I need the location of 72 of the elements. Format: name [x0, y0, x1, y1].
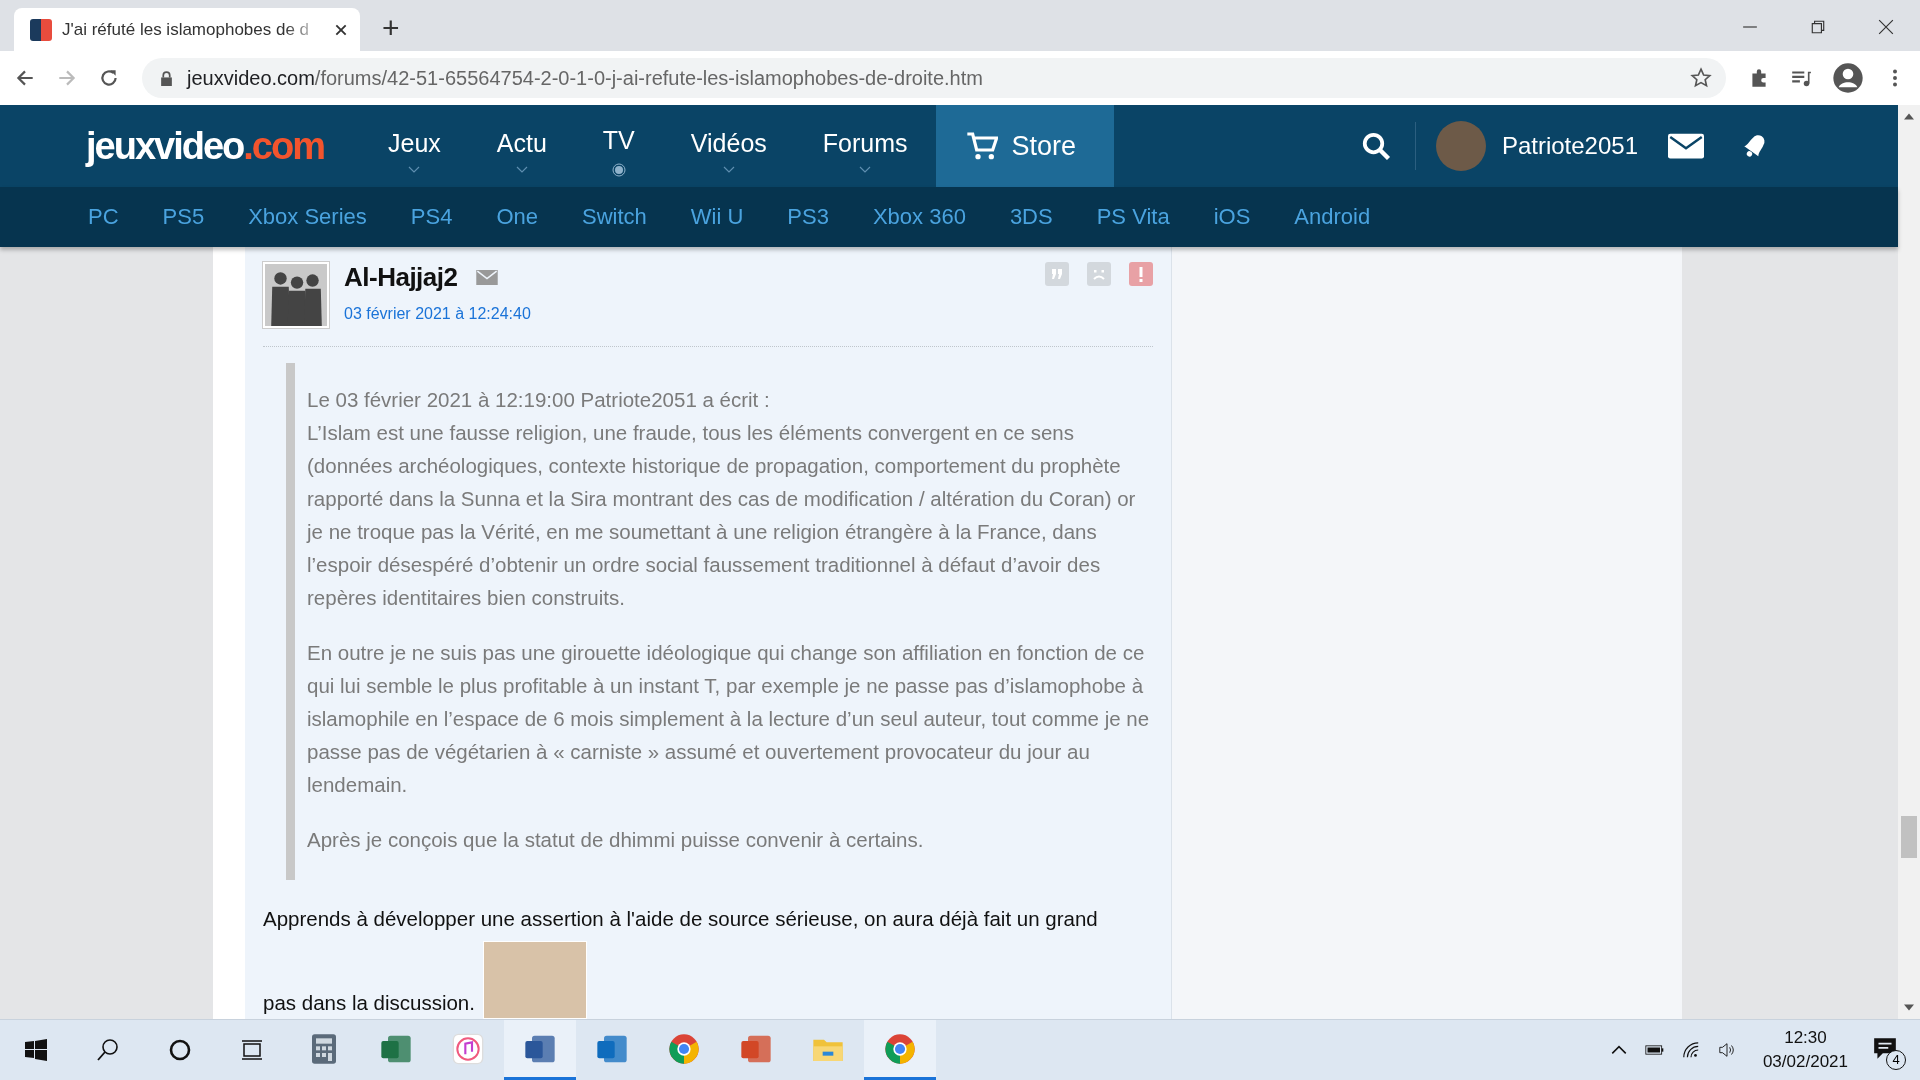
scroll-up-icon[interactable]	[1904, 113, 1914, 120]
browser-tab[interactable]: J'ai réfuté les islamophobes de d	[14, 8, 360, 51]
platform-link[interactable]: Wii U	[690, 204, 744, 230]
tab-title: J'ai réfuté les islamophobes de d	[62, 19, 311, 40]
platform-link[interactable]: PC	[88, 204, 119, 230]
reload-icon[interactable]	[98, 67, 120, 89]
task-view-icon[interactable]	[240, 1038, 264, 1062]
platform-link[interactable]: PS5	[162, 204, 205, 230]
nav-menu-item[interactable]: TV	[574, 105, 663, 187]
username-link[interactable]: Patriote2051	[1501, 132, 1638, 160]
platform-link[interactable]: Switch	[581, 204, 647, 230]
browser-icon	[884, 1032, 916, 1065]
scroll-down-icon[interactable]	[1904, 1004, 1914, 1011]
platform-link[interactable]: PS4	[410, 204, 453, 230]
taskbar-app[interactable]	[864, 1020, 936, 1080]
star-icon[interactable]	[1690, 67, 1712, 89]
nav-menu-item[interactable]: Vidéos	[662, 105, 795, 187]
avatar-image	[263, 262, 329, 328]
circle-icon[interactable]	[168, 1038, 192, 1062]
close-icon[interactable]	[1878, 19, 1894, 35]
notification-icon[interactable]	[1872, 1036, 1898, 1062]
browser-icon	[668, 1032, 700, 1065]
live-dot-icon	[611, 162, 626, 177]
quote-paragraph: L’Islam est une fausse religion, une fraude, tous les éléments convergent en ce sens (données archéologiques, contexte historique de propagation, comportement du prophète rapporté dans la Sunna et la Sira montrant des cas de modification / altération du Coran) or je ne troque pas la Vérité, en me soumettant à une religion étrangère à la France, dans l’espoir désespéré d’obtenir un ordre social faussement traditionnel à défaut d’avoir des repères identitaires bien construits.	[307, 420, 1137, 611]
envelope-icon[interactable]	[475, 270, 498, 285]
quote-paragraph: En outre je ne suis pas une girouette idéologique qui change son affiliation en fonction de ce qui lui semble le plus profitable à un instant T, par exemple je ne passe pas d’islamophobe à islamophile en l’espace de 6 mois simplement à la lecture d’un seul auteur, tout comme je ne passe pas de végétarien à « carniste » assumé et ouvertement provocateur du jour au lendemain.	[307, 640, 1151, 798]
post-date-link[interactable]: 03 février 2021 à 12:24:40	[344, 305, 531, 323]
chevron-down-icon	[408, 166, 421, 173]
nav-menu-item[interactable]: Forums	[794, 105, 936, 187]
nav-menu-item[interactable]: Actu	[468, 105, 575, 187]
close-icon[interactable]	[334, 22, 348, 37]
search-icon[interactable]	[1360, 131, 1391, 161]
chevron-down-icon	[722, 166, 735, 173]
clock-date: 03/02/2021	[1762, 1052, 1848, 1072]
account-icon[interactable]	[1832, 62, 1864, 94]
site-logo[interactable]: jeuxvideo.com	[86, 124, 324, 168]
speaker-icon[interactable]	[1716, 1041, 1737, 1059]
platform-link[interactable]: PS3	[787, 204, 829, 230]
author-name[interactable]: Al-Hajjaj2	[344, 262, 458, 293]
reply-text: pas dans la discussion.	[263, 990, 475, 1016]
cart-icon	[965, 131, 998, 161]
platform-link[interactable]: Xbox Series	[248, 204, 367, 230]
clock-time: 12:30	[1784, 1028, 1827, 1048]
platform-link[interactable]: One	[496, 204, 538, 230]
taskbar-app[interactable]	[504, 1020, 576, 1080]
notification-count: 4	[1886, 1050, 1906, 1070]
site-favicon-icon	[30, 18, 52, 41]
wifi-icon[interactable]	[1680, 1041, 1701, 1059]
scrollbar-thumb[interactable]	[1901, 816, 1917, 858]
address-bar[interactable]: jeuxvideo.com/forums/42-51-65564754-2-0-1-0-j-ai-refute-les-islamophobes-de-droite.htm	[142, 58, 1726, 98]
quote-header: Le 03 février 2021 à 12:19:00 Patriote2051 a écrit :	[307, 388, 770, 411]
chevron-down-icon	[515, 166, 528, 173]
scrollbar[interactable]	[1898, 105, 1920, 1019]
platform-link[interactable]: PS Vita	[1096, 204, 1170, 230]
url-text: jeuxvideo.com/forums/42-51-65564754-2-0-1-0-j-ai-refute-les-islamophobes-de-droite.htm	[187, 66, 983, 90]
platform-link[interactable]: Android	[1294, 204, 1371, 230]
chevron-down-icon	[859, 166, 872, 173]
platform-link[interactable]: 3DS	[1009, 204, 1053, 230]
music-note-icon	[452, 1032, 484, 1065]
mail-icon[interactable]	[1668, 133, 1704, 159]
search-icon[interactable]	[96, 1038, 120, 1062]
windows-start-icon[interactable]	[24, 1038, 48, 1062]
new-tab-button[interactable]: +	[382, 11, 400, 45]
platform-link[interactable]: Xbox 360	[872, 204, 966, 230]
nav-menu-item[interactable]: Jeux	[360, 105, 469, 187]
store-tab[interactable]: Store	[935, 105, 1115, 187]
taskbar-clock[interactable]: 12:30 03/02/2021	[1762, 1028, 1848, 1072]
quote-paragraph: Après je conçois que la statut de dhimmi puisse convenir à certains.	[307, 827, 925, 853]
reply-text: Apprends à développer une assertion à l'aide de source sérieuse, on aura déjà fait un grand	[263, 906, 1099, 932]
restore-icon[interactable]	[1810, 19, 1826, 35]
lock-icon	[160, 70, 173, 86]
platform-link[interactable]: iOS	[1213, 204, 1251, 230]
